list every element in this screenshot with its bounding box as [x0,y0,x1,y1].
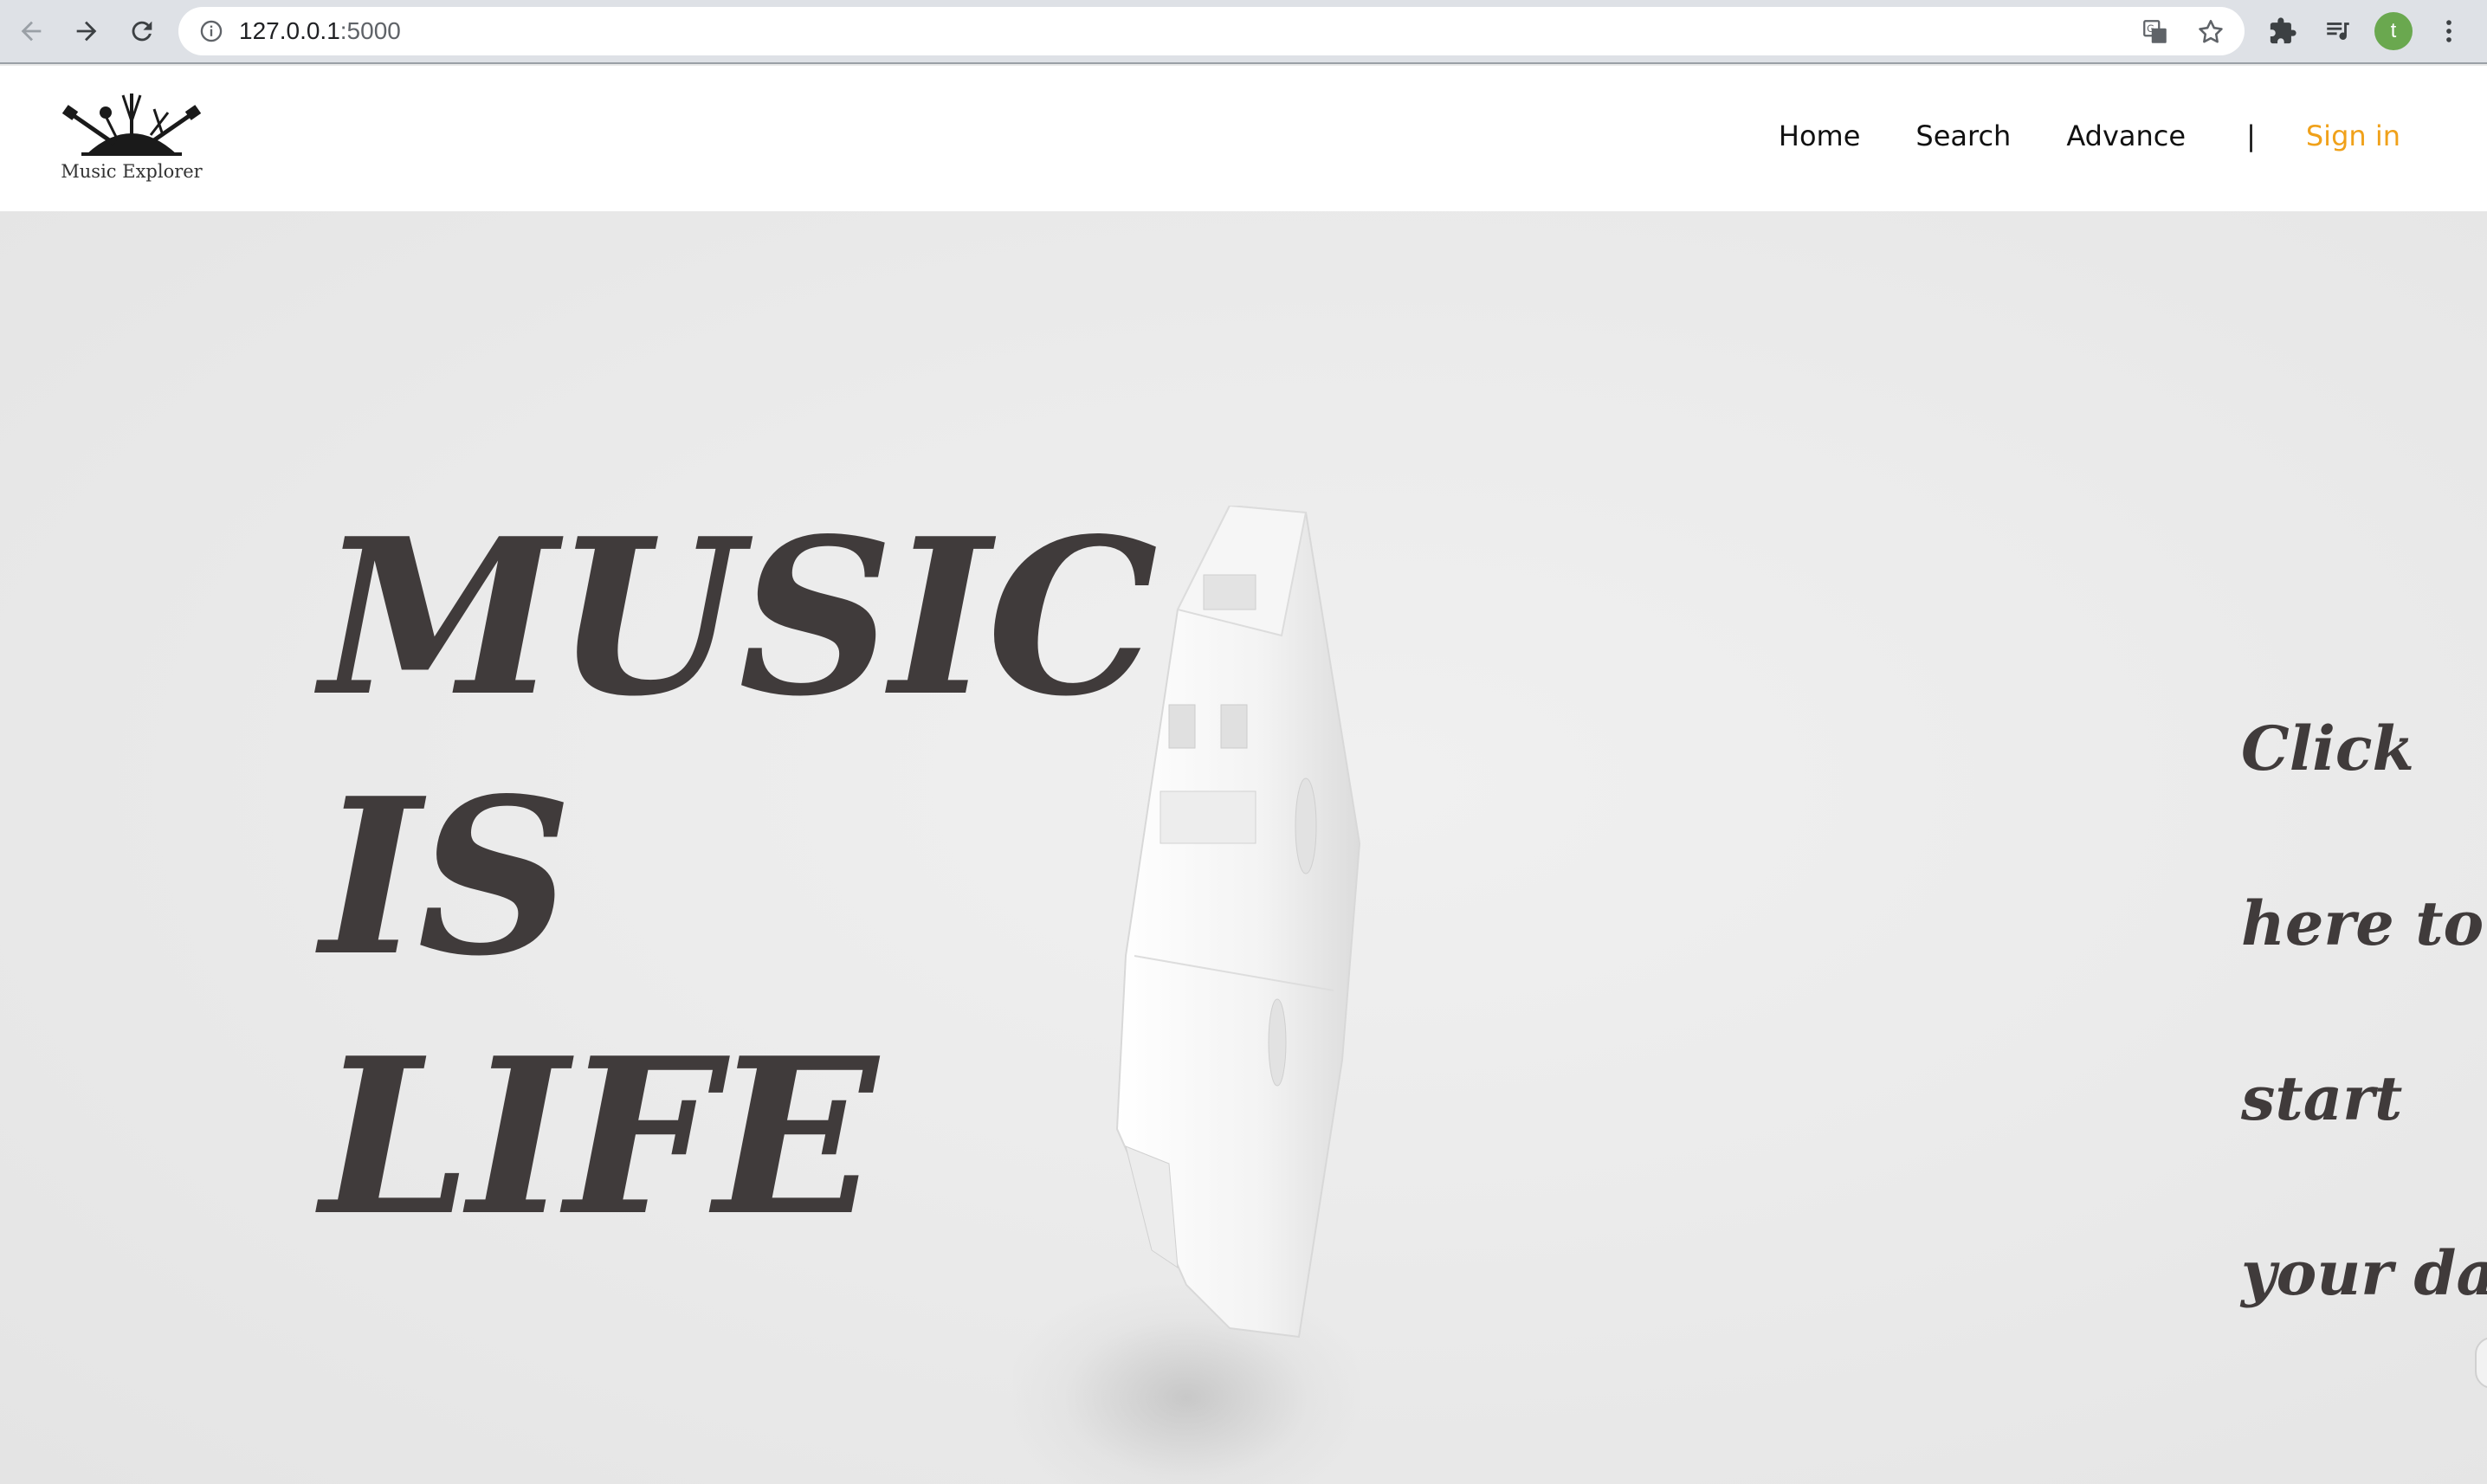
puzzle-icon [2270,17,2296,44]
start-cta-link[interactable]: Click here to start your day [2241,661,2487,1361]
reload-icon [132,21,152,42]
address-bar[interactable]: 127.0.0.1:5000 G [178,7,2245,55]
nav-home-link[interactable]: Home [1779,119,1861,152]
main-nav: Home Search Advance | Sign in [1723,119,2400,152]
forward-arrow-icon [76,21,97,42]
kebab-menu-icon [2446,20,2451,42]
logo-text: Music Explorer [61,161,203,182]
profile-avatar[interactable]: t [2374,12,2413,50]
nav-advance-link[interactable]: Advance [2066,119,2186,152]
crown-instruments-logo-icon [61,94,202,156]
forward-button[interactable] [68,12,106,50]
url-port: :5000 [339,17,401,44]
back-arrow-icon [21,21,42,42]
sign-in-link[interactable]: Sign in [2306,119,2400,152]
info-icon[interactable] [199,19,223,43]
reload-button[interactable] [123,12,161,50]
back-button[interactable] [12,12,50,50]
cta-line-4: your day [2241,1237,2487,1309]
browser-toolbar: 127.0.0.1:5000 G t [0,0,2487,64]
scroll-handle[interactable] [2475,1337,2487,1389]
nav-separator: | [2246,119,2256,152]
hero-section: MUSIC IS LIFE Click here to start your d… [0,211,2487,1484]
cta-line-3: start [2241,1062,2403,1134]
translate-icon: G [2143,20,2167,43]
cta-line-1: Click [2241,713,2415,784]
site-logo[interactable]: Music Explorer [54,87,210,190]
nav-search-link[interactable]: Search [1915,119,2011,152]
url-host: 127.0.0.1 [239,17,340,44]
translate-button[interactable]: G [2141,17,2170,47]
hero-title-line-1: MUSIC [320,492,1158,744]
playlist-icon [2327,23,2349,40]
hero-title: MUSIC IS LIFE [320,488,1158,1268]
browser-menu-button[interactable] [2430,12,2468,50]
media-control-button[interactable] [2319,12,2357,50]
hero-title-line-2: IS [320,752,572,1003]
svg-text:G: G [2147,23,2154,35]
hero-title-line-3: LIFE [320,1011,877,1263]
extensions-button[interactable] [2264,12,2302,50]
star-icon [2199,19,2223,43]
bookmark-button[interactable] [2196,17,2225,47]
cta-line-2: here to [2241,887,2484,959]
url-text[interactable]: 127.0.0.1:5000 [239,17,401,45]
site-header: Music Explorer Home Search Advance | Sig… [0,66,2487,211]
